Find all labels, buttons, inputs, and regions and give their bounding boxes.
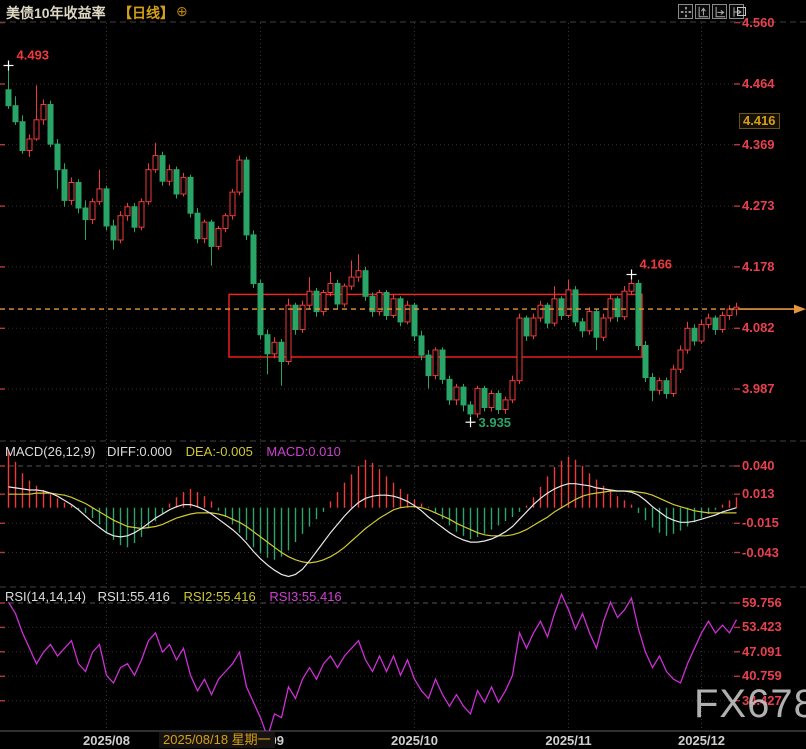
rsi-axis-label: 59.756 [742,595,782,611]
rsi-axis-label: 47.091 [742,644,782,660]
scale-y-icon[interactable] [695,4,710,19]
title-bar: 美债10年收益率 【日线】 ⊕ [0,0,806,22]
macd-macd-value: MACD:0.010 [266,444,340,459]
month-label: 2025/11 [545,733,591,748]
price-alert-label: 4.416 [739,113,780,129]
rsi2-value: RSI2:55.416 [183,589,255,604]
move-icon[interactable] [678,4,693,19]
macd-axis-label: 0.013 [742,486,775,502]
macd-header: MACD(26,12,9) DIFF:0.000 DEA:-0.005 MACD… [5,444,341,459]
trading-chart-app: 4.4934.1663.935 美债10年收益率 【日线】 ⊕ MA [0,0,806,749]
month-label: 2025/08 [83,733,130,748]
price-axis-label: 4.464 [742,76,775,92]
price-axis-label: 3.987 [742,381,775,397]
month-label: 2025/10 [391,733,438,748]
price-axis-label: 4.082 [742,320,775,336]
price-axis-label: 4.178 [742,259,775,275]
date-tooltip: 2025/08/18 星期一 [159,732,275,748]
scale-x-icon[interactable] [712,4,727,19]
svg-text:4.493: 4.493 [17,48,50,63]
chart-toolbar [678,4,744,19]
month-label: 2025/12 [678,733,725,748]
svg-text:4.166: 4.166 [640,257,673,272]
macd-dea-value: DEA:-0.005 [186,444,253,459]
price-axis-label: 4.369 [742,137,775,153]
rsi3-value: RSI3:55.416 [269,589,341,604]
macd-axis-label: -0.015 [742,515,779,531]
macd-axis-label: 0.040 [742,458,775,474]
chart-canvas[interactable]: 4.493 4.166 3.935 [0,0,806,749]
price-axis-label: 4.273 [742,198,775,214]
watermark: FX678 [694,682,806,727]
axis-collapse-icon[interactable] [737,7,746,16]
rsi1-value: RSI1:55.416 [98,589,170,604]
rsi-header: RSI(14,14,14) RSI1:55.416 RSI2:55.416 RS… [5,589,342,604]
macd-diff-value: DIFF:0.000 [107,444,172,459]
macd-axis-label: -0.043 [742,545,779,561]
chart-title: 美债10年收益率 [6,3,106,23]
macd-name: MACD(26,12,9) [5,444,95,459]
chart-period[interactable]: 【日线】 [118,3,174,23]
svg-text:3.935: 3.935 [479,415,512,430]
rsi-name: RSI(14,14,14) [5,589,86,604]
add-indicator-icon[interactable]: ⊕ [176,3,188,20]
rsi-axis-label: 53.423 [742,619,782,635]
